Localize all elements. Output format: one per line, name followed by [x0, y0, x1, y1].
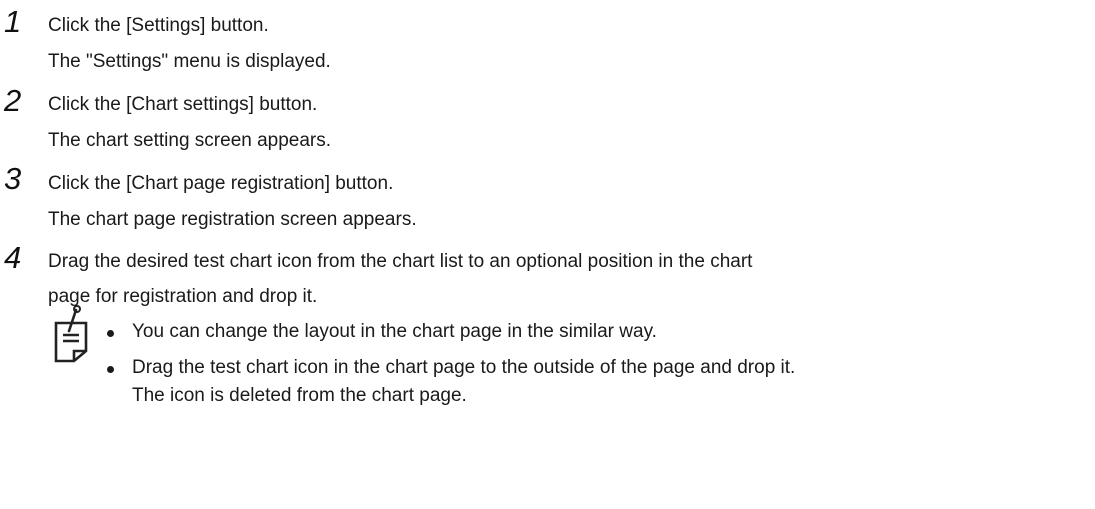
step-1-instruction: Click the [Settings] button. — [48, 15, 269, 36]
step-3-instruction: Click the [Chart page registration] butt… — [48, 173, 394, 194]
note-icon — [54, 305, 88, 363]
note-item-2-text-line2: The icon is deleted from the chart page. — [132, 385, 467, 406]
step-2-instruction: Click the [Chart settings] button. — [48, 94, 318, 115]
note-item-2-text-line1: Drag the test chart icon in the chart pa… — [132, 357, 796, 378]
note-item-1-text: You can change the layout in the chart p… — [132, 321, 657, 342]
bullet-dot — [107, 366, 114, 373]
step-3-number: 3 — [4, 161, 22, 196]
step-4-number: 4 — [4, 240, 22, 275]
step-4-instruction-line1: Drag the desired test chart icon from th… — [48, 251, 753, 272]
step-2-result: The chart setting screen appears. — [48, 130, 332, 151]
step-2-number: 2 — [4, 83, 22, 118]
bullet-dot — [107, 330, 114, 337]
step-1-number: 1 — [4, 4, 22, 39]
step-3-result: The chart page registration screen appea… — [48, 209, 417, 230]
step-4-instruction-line2: page for registration and drop it. — [48, 286, 318, 307]
step-1-result: The "Settings" menu is displayed. — [48, 51, 331, 72]
